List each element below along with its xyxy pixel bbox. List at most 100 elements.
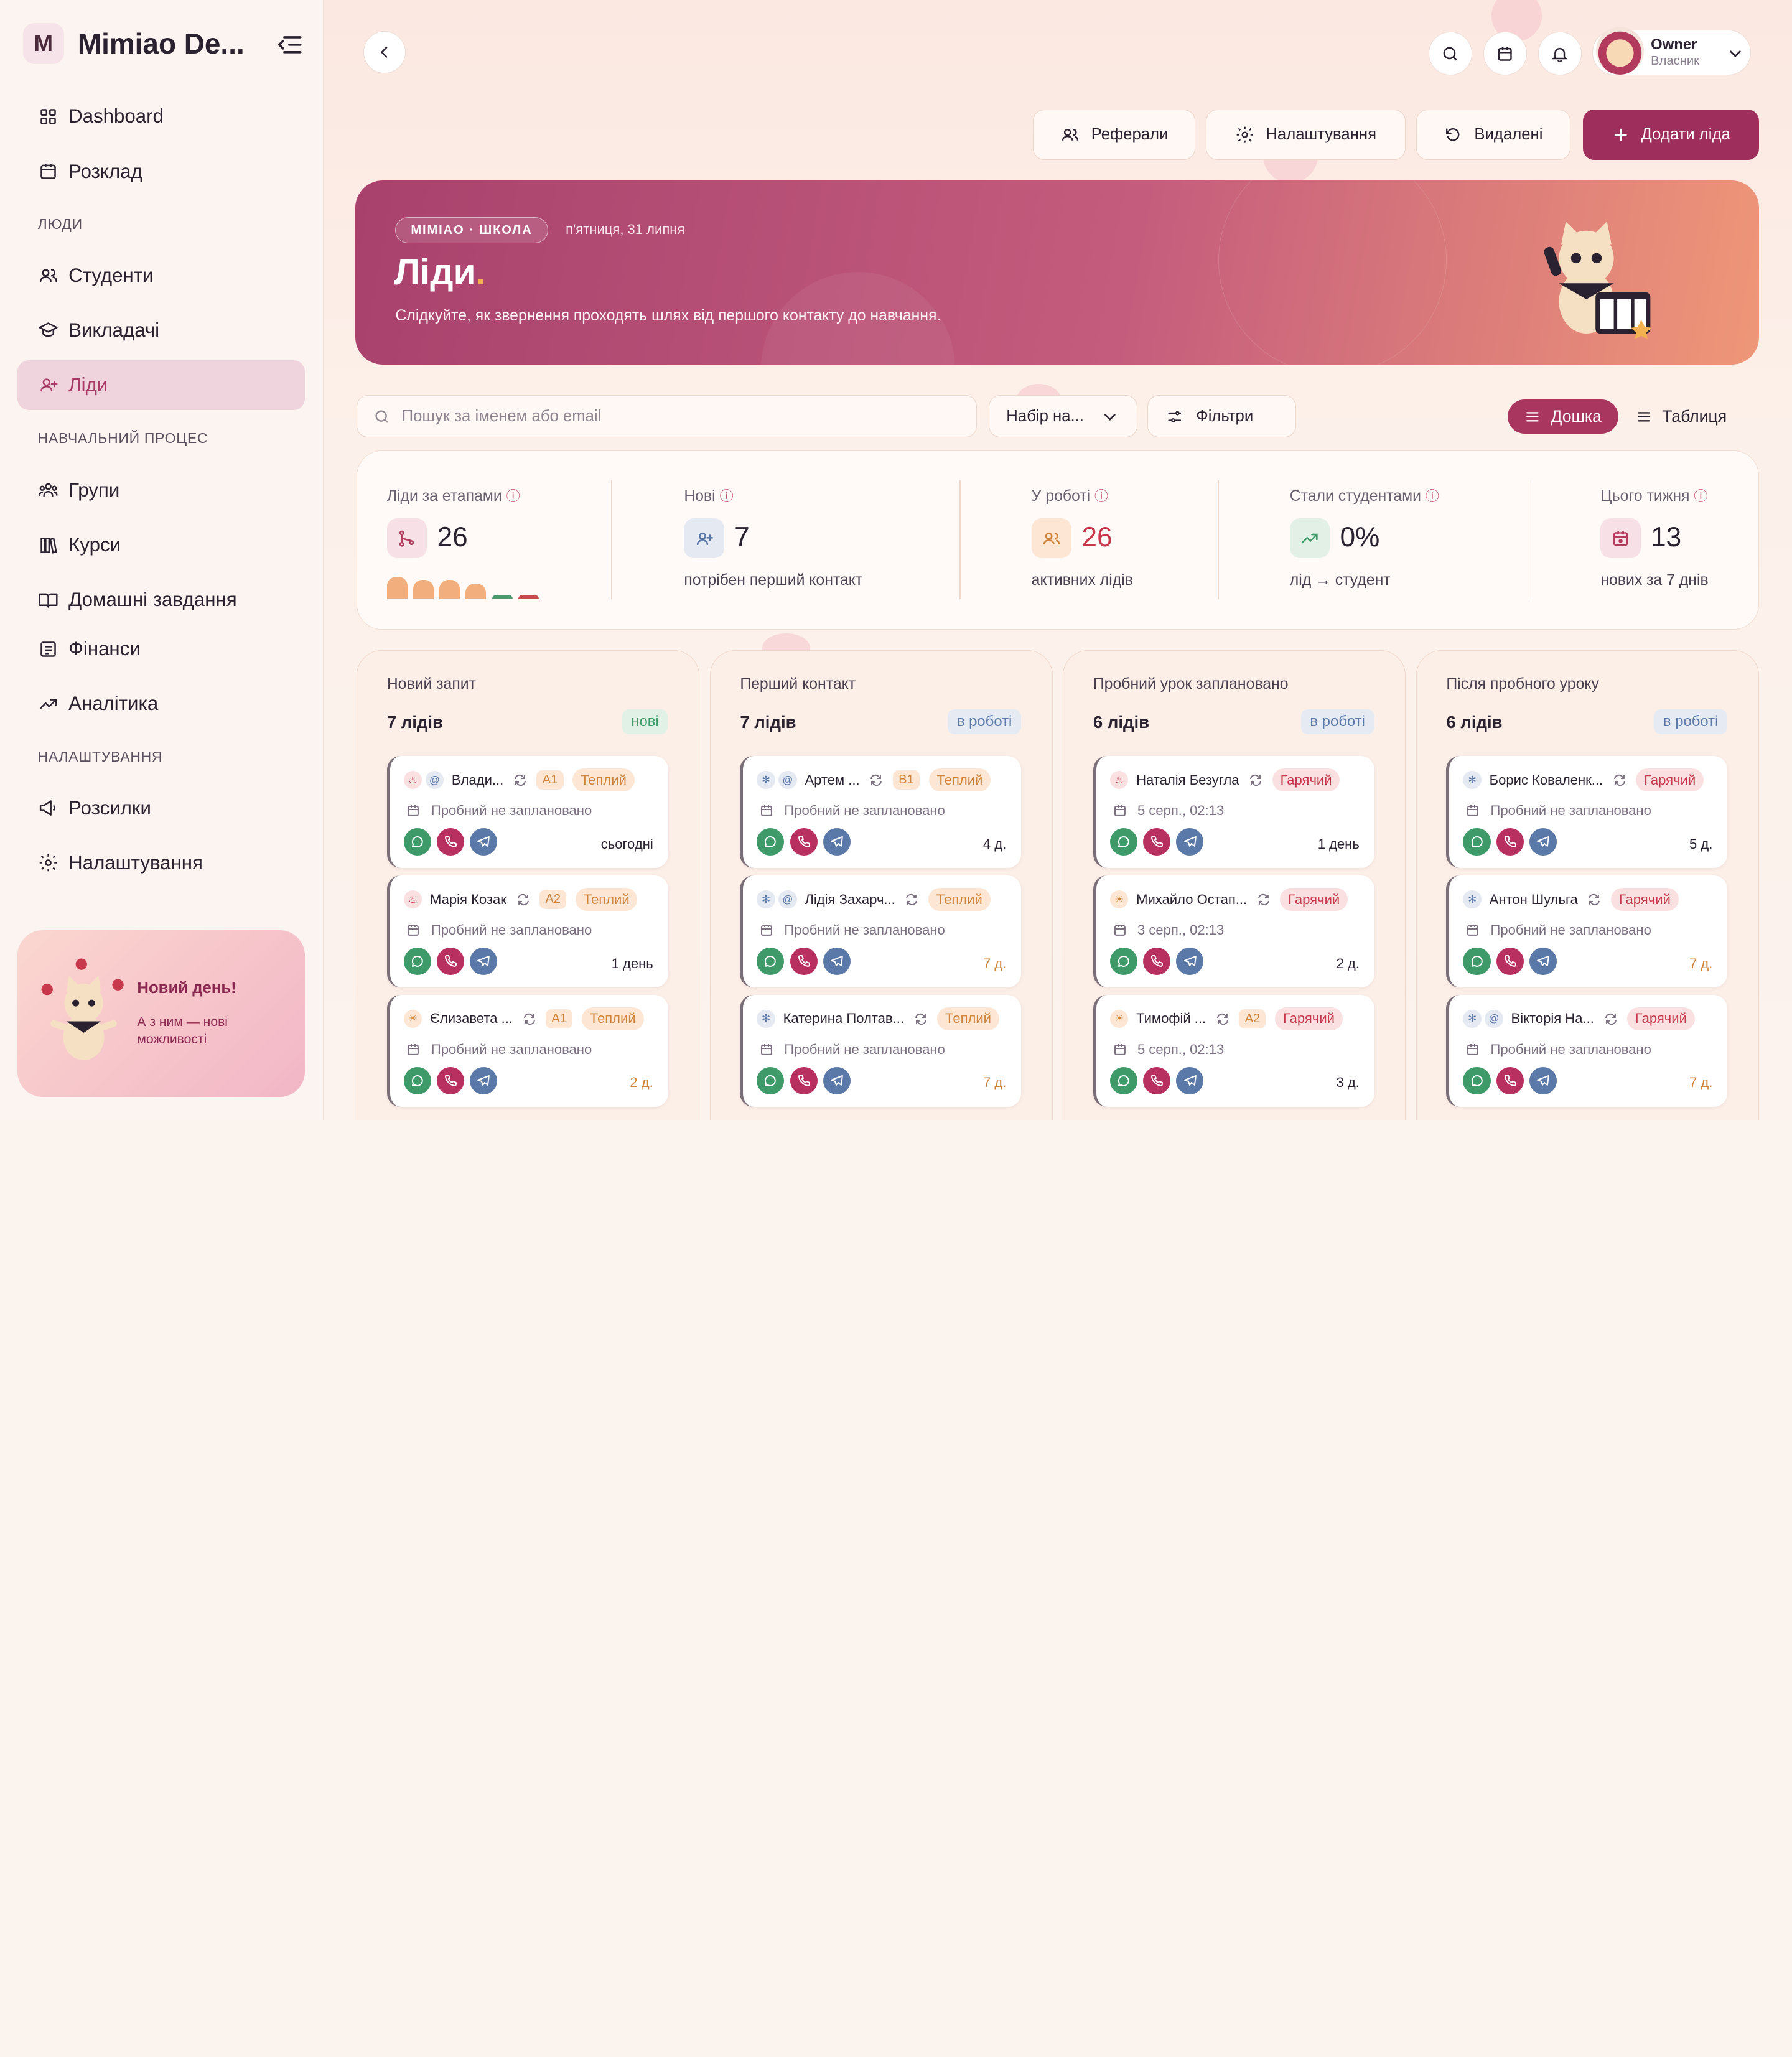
view-table-tab[interactable]: Таблиця (1618, 399, 1743, 434)
info-icon[interactable]: ⓘ (506, 488, 520, 504)
nav-item-groups[interactable]: Групи (17, 465, 306, 516)
lead-name: Тимофій ... (1136, 1010, 1206, 1027)
whatsapp-button[interactable] (1463, 1066, 1491, 1094)
add-lead-button[interactable]: Додати ліда (1582, 110, 1759, 161)
calendar-button[interactable] (1483, 32, 1527, 76)
calendar-icon (1467, 925, 1478, 936)
phone-button[interactable] (1143, 947, 1171, 975)
telegram-button[interactable] (1176, 1066, 1204, 1094)
user-name: Owner (1651, 35, 1697, 53)
whatsapp-button[interactable] (757, 1066, 785, 1094)
flame-icon: ♨ (1109, 770, 1129, 790)
phone-button[interactable] (1496, 947, 1524, 975)
search-input[interactable] (401, 407, 951, 426)
nav-item-courses[interactable]: Курси (17, 520, 306, 571)
whatsapp-button[interactable] (1109, 828, 1137, 856)
whatsapp-button[interactable] (757, 828, 785, 856)
lead-card[interactable]: ✻ @ Лідія Захарч... Теплий Пробний не заплан… (740, 875, 1022, 987)
back-button[interactable] (363, 30, 406, 73)
phone-button[interactable] (1143, 1066, 1171, 1094)
column-title: Після пробного уроку (1446, 676, 1599, 693)
lead-card[interactable]: ✻ Антон Шульга Гарячий Пробний не запланова… (1446, 875, 1728, 987)
phone-button[interactable] (1496, 1066, 1524, 1094)
whatsapp-button[interactable] (1109, 947, 1137, 975)
set-select[interactable]: Набір на... (988, 395, 1137, 438)
phone-button[interactable] (790, 828, 818, 856)
lead-card[interactable]: ✻ Катерина Полтав... Теплий Пробний не запл… (740, 994, 1022, 1107)
nav-item-settings[interactable]: Налаштування (17, 837, 306, 888)
deleted-button[interactable]: Видалені (1416, 110, 1570, 161)
telegram-button[interactable] (1529, 828, 1557, 856)
info-icon[interactable]: ⓘ (1094, 488, 1108, 504)
whatsapp-button[interactable] (1463, 828, 1491, 856)
lead-age: 5 д. (1689, 836, 1713, 852)
nav-item-label: Домашні завдання (68, 589, 237, 611)
trial-info: Пробний не заплановано (406, 1042, 592, 1058)
info-icon[interactable]: ⓘ (720, 488, 734, 504)
lead-card[interactable]: ☀ Тимофій ... A2 Гарячий 5 серп., 02:13 3 д. (1093, 994, 1374, 1107)
nav-item-analytics[interactable]: Аналітика (17, 679, 306, 729)
contact-actions (1463, 828, 1562, 856)
brand[interactable]: M Mimiao De... (22, 22, 255, 64)
whatsapp-button[interactable] (1463, 947, 1491, 975)
search-field[interactable] (357, 395, 978, 438)
phone-button[interactable] (1143, 828, 1171, 856)
notifications-button[interactable] (1538, 32, 1582, 76)
lead-card[interactable]: ♨ Наталія Безугла Гарячий 5 серп., 02:13 1 д… (1093, 756, 1374, 869)
telegram-button[interactable] (470, 1066, 498, 1094)
promo-title: Новий день! (137, 979, 236, 997)
phone-button[interactable] (437, 947, 465, 975)
telegram-button[interactable] (823, 828, 851, 856)
lead-card[interactable]: ♨ Марія Козак A2 Теплий Пробний не запланова… (386, 875, 668, 987)
telegram-button[interactable] (1529, 1066, 1557, 1094)
whatsapp-button[interactable] (403, 1066, 431, 1094)
nav-item-homework[interactable]: Домашні завдання (17, 575, 306, 625)
telegram-button[interactable] (823, 947, 851, 975)
nav-item-schedule[interactable]: Розклад (17, 146, 306, 197)
nav-item-finance[interactable]: Фінанси (17, 624, 306, 674)
nav-item-leads[interactable]: Ліди (17, 360, 306, 411)
lead-card[interactable]: ✻ Борис Коваленк... Гарячий Пробний не запл… (1446, 756, 1728, 869)
lead-card[interactable]: ☀ Єлизавета ... A1 Теплий Пробний не заплано… (386, 994, 668, 1107)
whatsapp-button[interactable] (403, 947, 431, 975)
telegram-button[interactable] (1176, 947, 1204, 975)
view-board-tab[interactable]: Дошка (1507, 399, 1619, 434)
nav-item-dashboard[interactable]: Dashboard (17, 91, 306, 142)
whatsapp-button[interactable] (403, 828, 431, 856)
phone-button[interactable] (437, 828, 465, 856)
phone-button[interactable] (790, 947, 818, 975)
user-menu[interactable]: Owner Власник (1592, 27, 1751, 76)
phone-button[interactable] (790, 1066, 818, 1094)
lead-settings-button[interactable]: Налаштування (1205, 110, 1406, 161)
search-button[interactable] (1428, 32, 1472, 76)
telegram-button[interactable] (823, 1066, 851, 1094)
group-icon (39, 483, 58, 497)
lead-card[interactable]: ☀ Михайло Остап... Гарячий 3 серп., 02:13 2 … (1093, 875, 1374, 987)
whatsapp-button[interactable] (1109, 1066, 1137, 1094)
stat-label: Стали студентами ⓘ (1290, 485, 1439, 505)
filters-button[interactable]: Фільтри (1147, 395, 1296, 438)
nav-item-students[interactable]: Студенти (17, 250, 306, 301)
megaphone-icon (39, 800, 55, 816)
avatar (1596, 27, 1645, 75)
lead-card[interactable]: ✻ @ Артем ... B1 Теплий Пробний не запланован… (740, 756, 1022, 869)
stat-label-text: Ліди за етапами (386, 487, 502, 505)
telegram-button[interactable] (1529, 947, 1557, 975)
nav-item-teachers[interactable]: Викладачі (17, 305, 306, 355)
telegram-button[interactable] (470, 828, 498, 856)
lead-card[interactable]: ♨ @ Влади... A1 Теплий Пробний не заплановано… (386, 756, 668, 869)
whatsapp-button[interactable] (757, 947, 785, 975)
user-plus-icon (684, 518, 724, 559)
telegram-button[interactable] (470, 947, 498, 975)
info-icon[interactable]: ⓘ (1694, 488, 1707, 504)
repeat-icon (1613, 774, 1625, 786)
phone-button[interactable] (1496, 828, 1524, 856)
snowflake-icon: ✻ (757, 1009, 775, 1028)
collapse-sidebar-icon[interactable] (274, 30, 304, 60)
nav-item-mailings[interactable]: Розсилки (17, 783, 306, 833)
phone-button[interactable] (437, 1066, 465, 1094)
referrals-button[interactable]: Реферали (1033, 110, 1196, 161)
info-icon[interactable]: ⓘ (1426, 488, 1439, 504)
telegram-button[interactable] (1176, 828, 1204, 856)
lead-card[interactable]: ✻ @ Вікторія На... Гарячий Пробний не заплан… (1446, 994, 1728, 1107)
